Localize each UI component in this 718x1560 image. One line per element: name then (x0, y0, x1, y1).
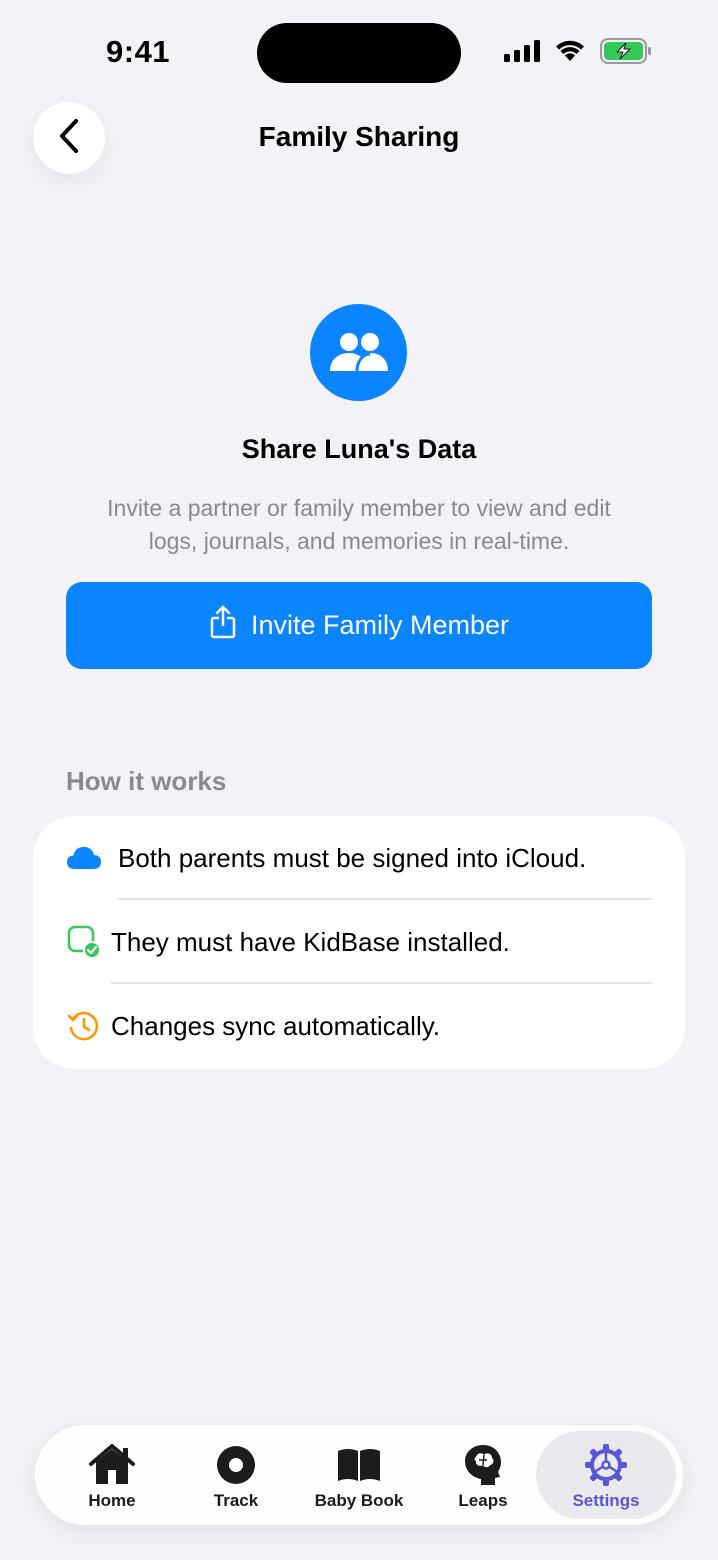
tab-baby-book[interactable]: Baby Book (297, 1431, 421, 1519)
home-icon (89, 1441, 135, 1489)
tab-track[interactable]: Track (174, 1431, 298, 1519)
status-time: 9:41 (106, 34, 171, 69)
family-icon (310, 304, 407, 401)
tab-label: Settings (572, 1491, 640, 1510)
brain-icon (463, 1441, 503, 1489)
list-item: They must have KidBase installed. (33, 900, 685, 984)
track-icon (216, 1441, 256, 1489)
page-title: Family Sharing (258, 121, 460, 152)
how-it-works-card: Both parents must be signed into iCloud.… (33, 816, 685, 1069)
list-item-text: They must have KidBase installed. (111, 926, 510, 957)
tab-bar: Home Track Baby Book Leaps Settings (35, 1425, 683, 1525)
book-icon (336, 1441, 382, 1489)
dynamic-island (257, 23, 461, 83)
tab-label: Leaps (458, 1491, 508, 1510)
status-icons (504, 38, 652, 69)
list-item-text: Both parents must be signed into iCloud. (118, 842, 587, 873)
history-icon (66, 1008, 102, 1044)
tab-leaps[interactable]: Leaps (421, 1431, 545, 1519)
tab-label: Track (213, 1491, 259, 1510)
invite-button-label: Invite Family Member (250, 610, 510, 640)
invite-family-member-button[interactable]: Invite Family Member (66, 582, 652, 669)
tab-settings[interactable]: Settings (536, 1431, 676, 1519)
gear-icon (584, 1441, 628, 1489)
cloud-icon (66, 840, 102, 876)
status-bar: 9:41 (0, 0, 718, 100)
list-item-text: Changes sync automatically. (111, 1010, 441, 1041)
wifi-icon (554, 39, 586, 68)
tab-label: Home (88, 1491, 136, 1510)
list-item: Changes sync automatically. (33, 984, 685, 1068)
list-item: Both parents must be signed into iCloud. (33, 816, 685, 900)
tab-home[interactable]: Home (50, 1431, 174, 1519)
section-header-how-it-works: How it works (66, 766, 227, 796)
tab-label: Baby Book (314, 1491, 404, 1510)
battery-charging-icon (600, 38, 652, 69)
share-icon (209, 605, 237, 646)
app-check-icon (66, 924, 102, 960)
hero-title: Share Luna's Data (241, 434, 477, 464)
signal-icon (504, 39, 540, 68)
hero-description: Invite a partner or family member to vie… (107, 495, 611, 554)
